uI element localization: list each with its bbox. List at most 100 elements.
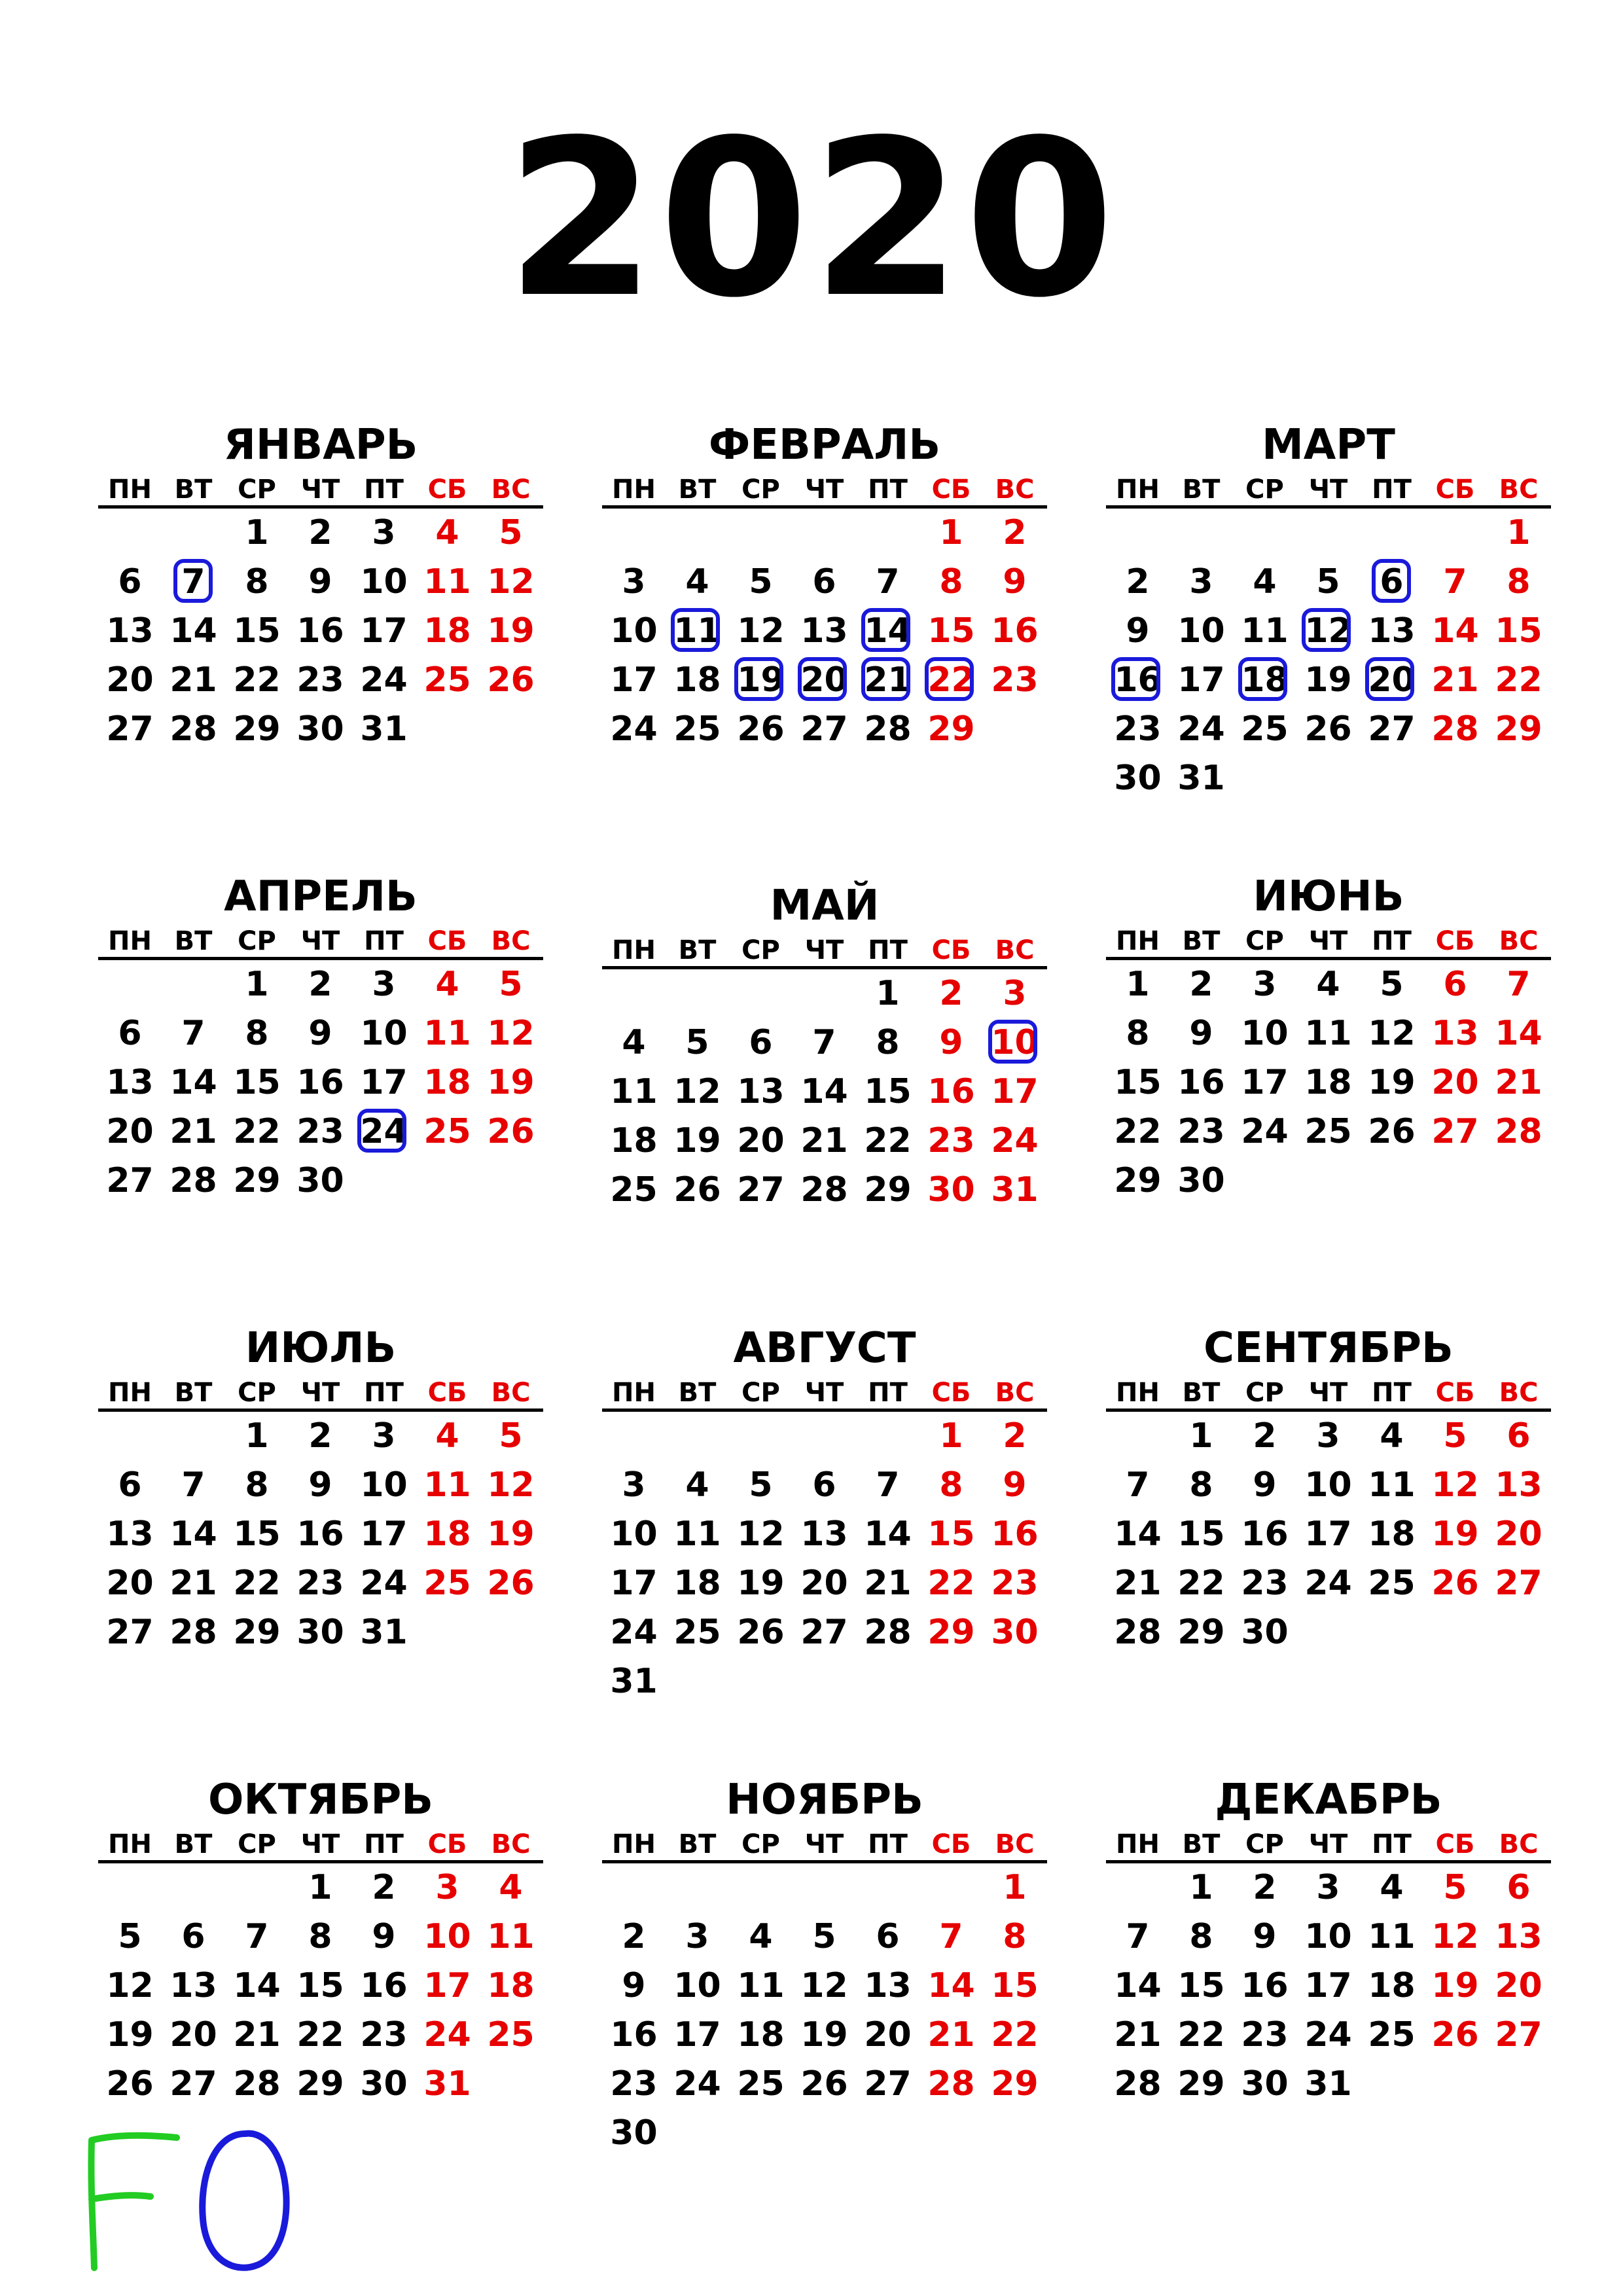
- weekday-label: СБ: [931, 1829, 971, 1859]
- day-cell: 9: [308, 1465, 332, 1505]
- weekday-label: ЧТ: [804, 935, 844, 965]
- day-cell: 30: [296, 1613, 344, 1652]
- day-cell: 31: [1177, 759, 1225, 798]
- days-grid: 1 2 3 4 5 6 7 8 9 10 11 12 13 14 15 16 17 18 19 20 21 22 23 24 2…: [98, 1412, 543, 1657]
- day-cell: 11: [1304, 1014, 1352, 1053]
- day-cell: 8: [939, 562, 963, 601]
- day-cell: 1: [1126, 965, 1150, 1004]
- empty-cell: [793, 1412, 856, 1461]
- weekday-label: ВТ: [1182, 926, 1221, 956]
- day-cell: 6: [749, 1023, 773, 1062]
- weekday-label: ЧТ: [1308, 926, 1348, 956]
- day-cell: 4: [1316, 965, 1340, 1004]
- month-block: ДЕКАБРЬ ПН ВТ СР ЧТ ПТ СБ ВС 1 2 3 4 5 6 7 8 9 10 11 12 13 14…: [1106, 1774, 1551, 2109]
- days-grid: 1 2 3 4 5 6 7 8 9 10 11 12 13 14 15 16 17 18 19 20 21 22 23 24 2…: [1106, 1863, 1550, 2109]
- day-cell: 5: [685, 1023, 709, 1062]
- day-cell: 24: [1304, 2015, 1352, 2054]
- weekday-label: ВС: [995, 1378, 1035, 1408]
- day-cell: 23: [296, 1112, 344, 1151]
- weekday-label: ЧТ: [1308, 1829, 1348, 1859]
- day-cell: 23: [991, 1564, 1039, 1603]
- day-cell: 5: [499, 965, 523, 1004]
- day-cell: 28: [169, 709, 217, 749]
- day-cell: 22: [927, 1564, 975, 1603]
- day-cell: 21: [233, 2015, 281, 2054]
- day-cell: 17: [991, 1072, 1039, 1111]
- day-cell: 21: [864, 1564, 912, 1603]
- day-cell: 27: [1495, 1564, 1543, 1603]
- day-cell: 24: [360, 1564, 408, 1603]
- day-cell: 11: [1241, 611, 1289, 651]
- day-cell: 26: [737, 709, 785, 749]
- day-cell: 7: [939, 1917, 963, 1956]
- day-cell: 28: [169, 1161, 217, 1200]
- day-cell-marked: 6: [1360, 558, 1423, 607]
- day-cell: 3: [372, 965, 396, 1004]
- day-cell: 23: [991, 660, 1039, 700]
- day-cell: 31: [991, 1170, 1039, 1210]
- day-cell: 3: [1189, 562, 1213, 601]
- day-cell: 8: [1189, 1917, 1213, 1956]
- day-cell: 18: [1304, 1063, 1352, 1102]
- day-cell: 11: [610, 1072, 658, 1111]
- day-cell: 17: [423, 1966, 471, 2005]
- day-cell: 27: [106, 1613, 154, 1652]
- day-cell: 17: [1304, 1515, 1352, 1554]
- day-cell: 14: [233, 1966, 281, 2005]
- day-cell: 30: [296, 709, 344, 749]
- day-cell: 5: [1443, 1868, 1467, 1907]
- day-cell-marked: 11: [666, 607, 729, 656]
- day-cell: 28: [1114, 2064, 1162, 2104]
- day-cell-marked: 12: [1296, 607, 1360, 656]
- day-cell: 26: [737, 1613, 785, 1652]
- day-cell: 1: [245, 965, 269, 1004]
- day-cell: 27: [800, 1613, 848, 1652]
- month-title: ОКТЯБРЬ: [207, 1776, 434, 1824]
- weekday-label: СР: [1245, 475, 1284, 505]
- empty-cell: [98, 509, 162, 558]
- empty-cell: [856, 509, 919, 558]
- day-cell: 18: [673, 1564, 721, 1603]
- day-cell: 6: [876, 1917, 900, 1956]
- day-cell: 25: [423, 660, 471, 700]
- weekday-header: ПН ВТ СР ЧТ ПТ СБ ВС: [1106, 923, 1551, 960]
- day-cell: 17: [610, 660, 658, 700]
- empty-cell: [1169, 509, 1233, 558]
- weekday-label: ПТ: [364, 926, 404, 956]
- weekday-label: ЧТ: [804, 475, 844, 505]
- day-cell: 20: [800, 1564, 848, 1603]
- month-block: СЕНТЯБРЬ ПН ВТ СР ЧТ ПТ СБ ВС 1 2 3 4 5 6 7 8 9 10 11 12 13 1…: [1106, 1322, 1551, 1657]
- weekday-label: ПН: [1116, 1378, 1160, 1408]
- day-cell: 1: [939, 1416, 963, 1456]
- day-cell: 21: [800, 1121, 848, 1160]
- day-cell: 10: [360, 562, 408, 601]
- weekday-label: ВС: [1499, 1378, 1539, 1408]
- day-cell: 18: [423, 1063, 471, 1102]
- day-cell: 4: [622, 1023, 646, 1062]
- day-cell: 20: [169, 2015, 217, 2054]
- day-cell: 21: [1431, 660, 1479, 700]
- day-cell: 28: [1431, 709, 1479, 749]
- day-cell: 12: [487, 1014, 535, 1053]
- day-cell: 13: [106, 611, 154, 651]
- day-cell: 13: [1495, 1465, 1543, 1505]
- day-cell: 5: [1443, 1416, 1467, 1456]
- day-cell: 2: [308, 1416, 332, 1456]
- day-cell: 9: [1003, 1465, 1027, 1505]
- day-cell: 27: [1368, 709, 1416, 749]
- weekday-label: ПН: [1116, 475, 1160, 505]
- day-cell: 11: [1368, 1917, 1416, 1956]
- weekday-header: ПН ВТ СР ЧТ ПТ СБ ВС: [602, 1826, 1047, 1863]
- day-cell: 17: [360, 1063, 408, 1102]
- weekday-label: ПТ: [1372, 1829, 1412, 1859]
- day-cell: 23: [1114, 709, 1162, 749]
- day-cell: 25: [1304, 1112, 1352, 1151]
- day-cell: 30: [1177, 1161, 1225, 1200]
- weekday-label: ВТ: [1182, 475, 1221, 505]
- empty-cell: [729, 1863, 793, 1912]
- weekday-label: ПТ: [868, 1378, 908, 1408]
- day-cell: 6: [181, 1917, 205, 1956]
- day-cell: 24: [610, 1613, 658, 1652]
- day-cell: 11: [487, 1917, 535, 1956]
- weekday-label: СБ: [427, 1378, 467, 1408]
